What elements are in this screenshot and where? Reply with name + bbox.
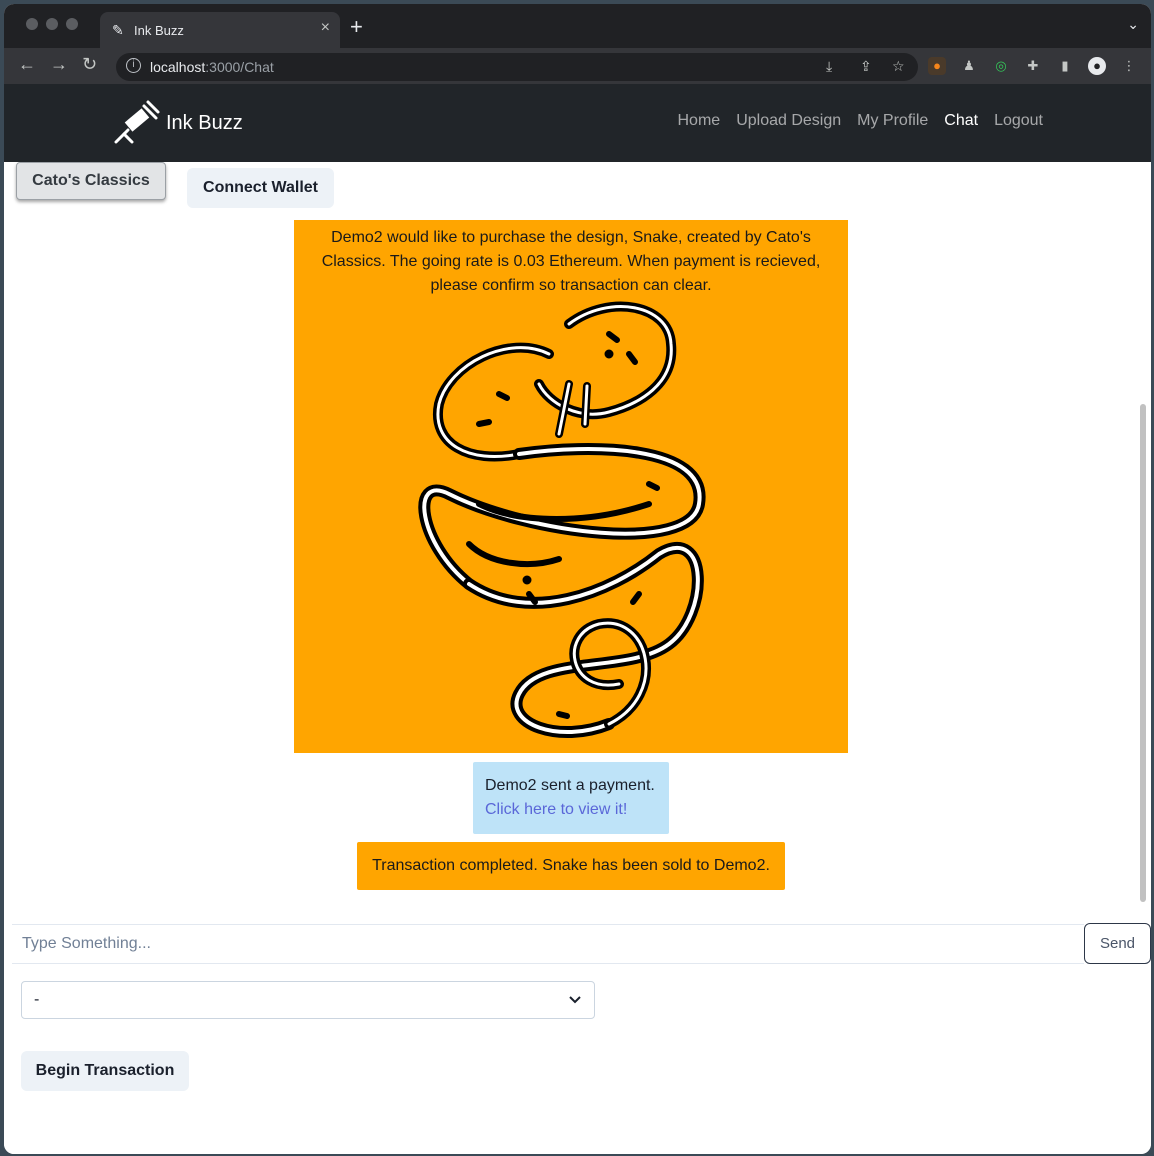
chevron-down-icon [569,996,581,1004]
reload-icon[interactable]: ↻ [82,54,97,75]
nav-link-my-profile[interactable]: My Profile [857,112,928,130]
message-list[interactable]: Demo2 would like to purchase the design,… [12,220,1140,922]
side-panel-icon[interactable]: ▮ [1056,57,1074,75]
app-page: Ink Buzz Home Upload Design My Profile C… [4,84,1151,1154]
tab-search-chevron-icon[interactable]: ⌄ [1127,16,1139,33]
address-bar[interactable]: i localhost:3000/Chat ⤓ ⇪ ☆ [116,53,918,81]
url-text[interactable]: localhost:3000/Chat [150,59,274,75]
puzzle-extensions-icon[interactable]: ✚ [1024,57,1042,75]
browser-tabbar: ✎ Ink Buzz × + ⌄ [4,4,1151,48]
design-select-value: - [34,991,40,1008]
share-icon[interactable]: ⇪ [860,58,872,75]
site-info-icon[interactable]: i [126,58,141,73]
browser-toolbar: ← → ↻ i localhost:3000/Chat ⤓ ⇪ ☆ ● ♟ ◎ … [4,48,1151,84]
message-input[interactable] [12,925,1084,963]
nav-link-home[interactable]: Home [678,112,721,130]
connect-wallet-button[interactable]: Connect Wallet [187,168,334,208]
transaction-completed-message: Transaction completed. Snake has been so… [357,842,785,890]
tab-title: Ink Buzz [134,23,184,38]
send-button[interactable]: Send [1084,923,1151,964]
payment-message: Demo2 sent a payment. Click here to view… [473,762,669,834]
message-input-row [12,924,1084,964]
purchase-request-message: Demo2 would like to purchase the design,… [294,220,848,753]
maximize-window-dot[interactable] [66,18,78,30]
brand-name: Ink Buzz [166,112,243,134]
top-navbar: Ink Buzz Home Upload Design My Profile C… [4,84,1151,162]
minimize-window-dot[interactable] [46,18,58,30]
close-tab-icon[interactable]: × [321,19,330,37]
begin-transaction-button[interactable]: Begin Transaction [21,1051,189,1091]
tattoo-gun-icon: ✎ [112,22,124,38]
contact-tab-catos-classics[interactable]: Cato's Classics [16,162,166,200]
browser-menu-icon[interactable]: ⋮ [1120,57,1138,75]
message-list-scrollbar[interactable] [1136,218,1148,924]
forward-arrow-icon[interactable]: → [50,54,68,75]
close-window-dot[interactable] [26,18,38,30]
purchase-request-text: Demo2 would like to purchase the design,… [321,229,821,294]
target-extension-icon[interactable]: ◎ [992,57,1010,75]
back-arrow-icon[interactable]: ← [18,54,36,75]
nav-link-chat[interactable]: Chat [944,112,978,130]
profile-avatar-icon[interactable]: ● [1088,57,1106,75]
nav-links: Home Upload Design My Profile Chat Logou… [678,112,1044,130]
scrollbar-thumb[interactable] [1140,404,1146,902]
nav-link-upload-design[interactable]: Upload Design [736,112,841,130]
design-select[interactable]: - [21,981,595,1019]
new-tab-icon[interactable]: + [350,14,363,40]
bookmark-star-icon[interactable]: ☆ [892,58,905,75]
browser-tab[interactable]: ✎ Ink Buzz × [100,12,340,48]
browser-window: ✎ Ink Buzz × + ⌄ ← → ↻ i localhost:3000/… [4,4,1151,1154]
extension-icon[interactable]: ♟ [960,57,978,75]
payment-text: Demo2 sent a payment. [485,777,655,794]
tattoo-machine-logo-icon [114,100,160,144]
view-payment-link[interactable]: Click here to view it! [485,798,657,822]
metamask-fox-icon[interactable]: ● [928,57,946,75]
snake-design-image[interactable] [409,294,733,744]
nav-link-logout[interactable]: Logout [994,112,1043,130]
install-app-icon[interactable]: ⤓ [826,58,832,75]
